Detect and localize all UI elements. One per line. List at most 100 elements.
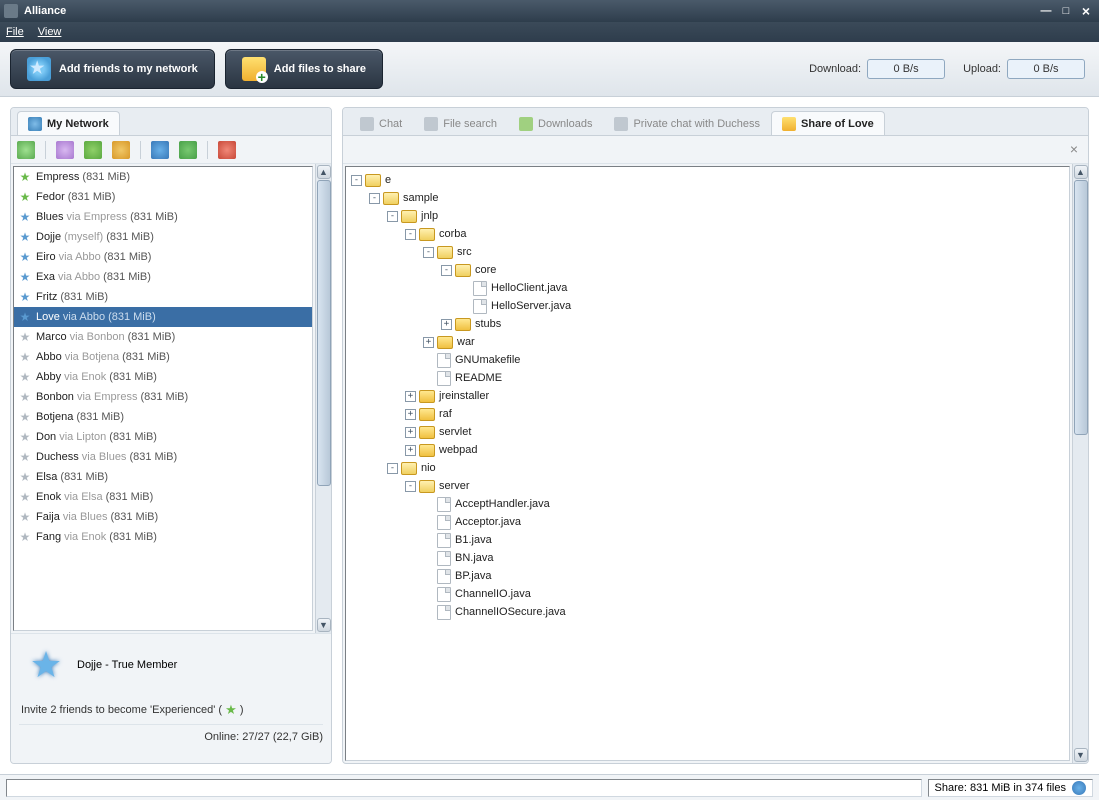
collapse-icon[interactable]: - (387, 463, 398, 474)
tree-node[interactable]: -sample (348, 189, 1067, 207)
friend-row[interactable]: ★Fedor (831 MiB) (14, 187, 312, 207)
cycle-icon[interactable] (179, 141, 197, 159)
tree-node[interactable]: HelloClient.java (348, 279, 1067, 297)
friend-via: via Blues (63, 511, 108, 523)
tree-label: src (457, 246, 472, 258)
friend-star-icon: ★ (18, 430, 32, 444)
scroll-down-icon[interactable]: ▼ (317, 618, 331, 632)
add-friend-icon[interactable] (17, 141, 35, 159)
tab-file-search[interactable]: File search (413, 111, 508, 135)
expand-icon[interactable]: + (423, 337, 434, 348)
status-refresh-icon[interactable] (1072, 781, 1086, 795)
chat-icon[interactable] (56, 141, 74, 159)
tree-scroll-thumb[interactable] (1074, 180, 1088, 435)
tree-node[interactable]: - src (348, 243, 1067, 261)
friend-row[interactable]: ★Enok via Elsa (831 MiB) (14, 487, 312, 507)
expand-icon[interactable]: + (405, 409, 416, 420)
friends-list[interactable]: ★Empress (831 MiB)★Fedor (831 MiB)★Blues… (13, 166, 313, 631)
expand-icon[interactable]: + (441, 319, 452, 330)
expand-icon[interactable]: + (405, 427, 416, 438)
tree-node[interactable]: +raf (348, 405, 1067, 423)
menu-file[interactable]: File (6, 26, 24, 38)
friend-row[interactable]: ★Fritz (831 MiB) (14, 287, 312, 307)
menu-view[interactable]: View (38, 26, 62, 38)
add-files-label: Add files to share (274, 63, 366, 75)
expand-icon[interactable]: + (405, 391, 416, 402)
scroll-up-icon[interactable]: ▲ (317, 165, 331, 179)
tree-node[interactable]: ChannelIO.java (348, 585, 1067, 603)
close-tab-icon[interactable]: × (1066, 142, 1082, 158)
tab-downloads[interactable]: Downloads (508, 111, 603, 135)
friends-toolbar (11, 136, 331, 164)
add-files-button[interactable]: Add files to share (225, 49, 383, 89)
maximize-button[interactable]: □ (1057, 4, 1075, 18)
browse-icon[interactable] (84, 141, 102, 159)
friend-row[interactable]: ★Marco via Bonbon (831 MiB) (14, 327, 312, 347)
tree-node[interactable]: -e (348, 171, 1067, 189)
tree-scroll-down-icon[interactable]: ▼ (1074, 748, 1088, 762)
pin-icon[interactable] (112, 141, 130, 159)
friend-row[interactable]: ★Blues via Empress (831 MiB) (14, 207, 312, 227)
tree-node[interactable]: +webpad (348, 441, 1067, 459)
tree-node[interactable]: GNUmakefile (348, 351, 1067, 369)
tree-node[interactable]: +servlet (348, 423, 1067, 441)
friend-star-icon: ★ (18, 270, 32, 284)
tree-node[interactable]: B1.java (348, 531, 1067, 549)
tree-node[interactable]: +stubs (348, 315, 1067, 333)
tree-node[interactable]: -core (348, 261, 1067, 279)
tree-scroll-up-icon[interactable]: ▲ (1074, 165, 1088, 179)
tree-node[interactable]: -nio (348, 459, 1067, 477)
tree-node[interactable]: ChannelIOSecure.java (348, 603, 1067, 621)
tab-share[interactable]: Share of Love (771, 111, 885, 135)
friends-scrollbar[interactable]: ▲ ▼ (315, 164, 331, 633)
friend-row[interactable]: ★Abbo via Botjena (831 MiB) (14, 347, 312, 367)
refresh-icon[interactable] (151, 141, 169, 159)
tree-node[interactable]: +jreinstaller (348, 387, 1067, 405)
expand-icon[interactable]: + (405, 445, 416, 456)
friend-row[interactable]: ★Dojje (myself) (831 MiB) (14, 227, 312, 247)
upload-speed: 0 B/s (1007, 59, 1085, 79)
tree-node[interactable]: README (348, 369, 1067, 387)
add-friends-button[interactable]: Add friends to my network (10, 49, 215, 89)
friend-row[interactable]: ★Don via Lipton (831 MiB) (14, 427, 312, 447)
collapse-icon[interactable]: - (423, 247, 434, 258)
friend-size: (831 MiB) (110, 511, 158, 523)
file-tree[interactable]: -e-sample-jnlp-corba-src-coreHelloClient… (345, 166, 1070, 761)
collapse-icon[interactable]: - (387, 211, 398, 222)
collapse-icon[interactable]: - (405, 481, 416, 492)
collapse-icon[interactable]: - (441, 265, 452, 276)
tree-node[interactable]: -corba (348, 225, 1067, 243)
tree-scrollbar[interactable]: ▲ ▼ (1072, 164, 1088, 763)
friend-row[interactable]: ★Empress (831 MiB) (14, 167, 312, 187)
friend-row[interactable]: ★Faija via Blues (831 MiB) (14, 507, 312, 527)
tree-node[interactable]: -server (348, 477, 1067, 495)
tree-node[interactable]: Acceptor.java (348, 513, 1067, 531)
collapse-icon[interactable]: - (369, 193, 380, 204)
friend-row[interactable]: ★Exa via Abbo (831 MiB) (14, 267, 312, 287)
friend-row[interactable]: ★Love via Abbo (831 MiB) (14, 307, 312, 327)
tree-node[interactable]: BP.java (348, 567, 1067, 585)
tree-node[interactable]: +war (348, 333, 1067, 351)
friend-row[interactable]: ★Fang via Enok (831 MiB) (14, 527, 312, 547)
tree-node[interactable]: HelloServer.java (348, 297, 1067, 315)
tab-chat[interactable]: Chat (349, 111, 413, 135)
delete-icon[interactable] (218, 141, 236, 159)
friend-row[interactable]: ★Eiro via Abbo (831 MiB) (14, 247, 312, 267)
friend-row[interactable]: ★Bonbon via Empress (831 MiB) (14, 387, 312, 407)
status-left (6, 779, 922, 797)
tree-label: BN.java (455, 552, 494, 564)
tree-node[interactable]: -jnlp (348, 207, 1067, 225)
close-button[interactable]: × (1077, 4, 1095, 18)
friend-row[interactable]: ★Duchess via Blues (831 MiB) (14, 447, 312, 467)
tab-private-chat[interactable]: Private chat with Duchess (603, 111, 771, 135)
my-network-tab[interactable]: My Network (17, 111, 120, 135)
friend-row[interactable]: ★Elsa (831 MiB) (14, 467, 312, 487)
friend-row[interactable]: ★Botjena (831 MiB) (14, 407, 312, 427)
collapse-icon[interactable]: - (351, 175, 362, 186)
tree-node[interactable]: AcceptHandler.java (348, 495, 1067, 513)
collapse-icon[interactable]: - (405, 229, 416, 240)
friend-row[interactable]: ★Abby via Enok (831 MiB) (14, 367, 312, 387)
minimize-button[interactable]: — (1037, 4, 1055, 18)
scroll-thumb[interactable] (317, 180, 331, 486)
tree-node[interactable]: BN.java (348, 549, 1067, 567)
